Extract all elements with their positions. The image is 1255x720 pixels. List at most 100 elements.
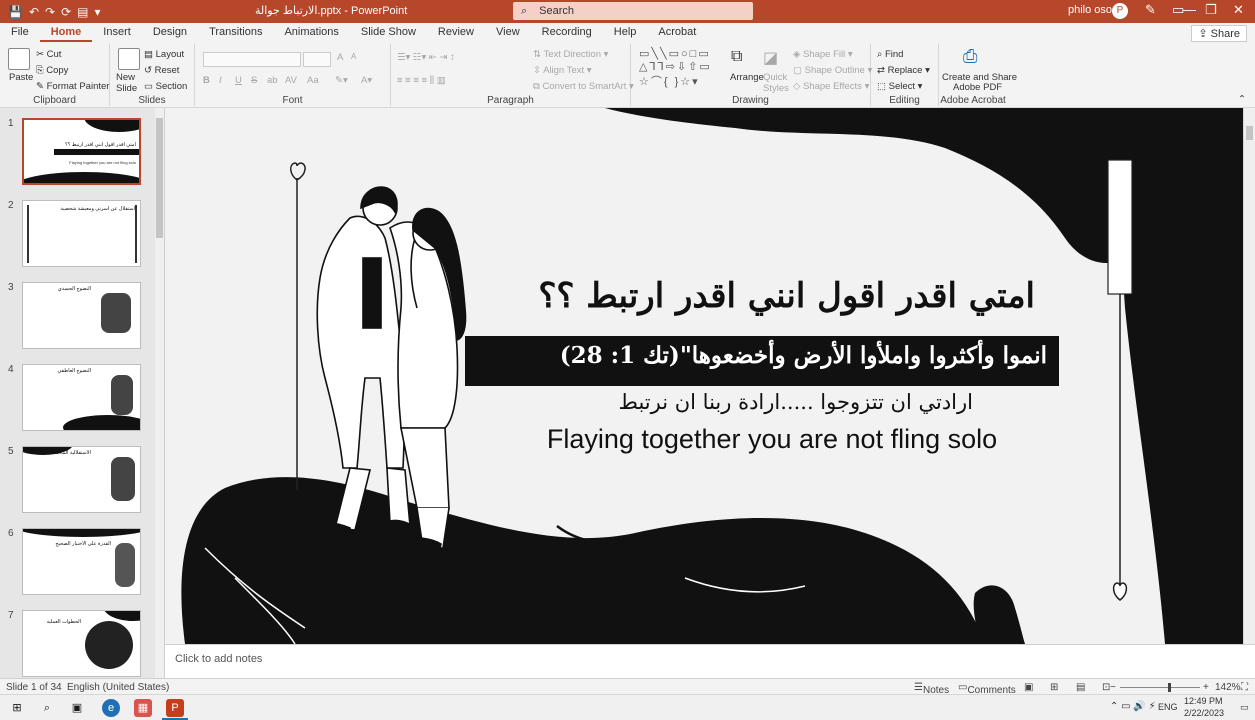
thumbnails-scrollbar[interactable] [155,108,164,678]
shape-outline-button[interactable]: ▢ Shape Outline ▾ [793,65,872,76]
tray-icons[interactable]: ⌃ ▭ 🔊 ⚡ [1110,701,1156,712]
undo-icon[interactable]: ↶ [29,5,39,19]
task-view-icon[interactable]: ▣ [68,699,86,717]
thumbnail-image[interactable]: امتي اقدر اقول انني اقدر ارتبط ؟؟ Flayin… [22,118,141,185]
highlight-icon[interactable]: ✎▾ [335,75,348,86]
quick-styles-icon[interactable]: ◪ [763,48,778,68]
arrange-button[interactable]: Arrange [730,72,764,83]
customize-qat-icon[interactable]: ▾ [94,5,100,19]
copy-button[interactable]: ⎘ Copy [36,65,68,76]
character-spacing-button[interactable]: AV [285,75,297,86]
share-button[interactable]: ⇪ Share [1191,25,1247,42]
search-taskbar-icon[interactable]: ⌕ [38,699,56,717]
slide-scrollbar[interactable] [1243,108,1255,644]
paste-icon[interactable] [8,48,30,70]
tab-transitions[interactable]: Transitions [198,23,273,42]
tab-help[interactable]: Help [603,23,648,42]
thumbnail-slide-5[interactable]: 5 الاستقلالية المادية [0,446,155,516]
thumbnail-image[interactable]: النضوج الجسدي [22,282,141,349]
tab-design[interactable]: Design [142,23,198,42]
language-tray[interactable]: ENG [1158,702,1178,712]
slide-scroll-thumb[interactable] [1246,126,1253,140]
reading-view-icon[interactable]: ▤ [1076,682,1085,693]
media-app-icon[interactable]: ▦ [134,699,152,717]
find-button[interactable]: ⌕ Find [877,49,903,60]
windows-start-icon[interactable]: ⊞ [8,699,26,717]
tab-view[interactable]: View [485,23,531,42]
powerpoint-taskbar-icon[interactable]: P [166,699,184,717]
maximize-icon[interactable]: ❐ [1205,2,1217,18]
zoom-out-icon[interactable]: − [1110,682,1116,693]
zoom-level[interactable]: 142% [1215,682,1241,693]
thumbnail-slide-4[interactable]: 4 النضوج العاطفي [0,364,155,434]
thumbnail-image[interactable]: النضوج العاطفي [22,364,141,431]
thumbnail-image[interactable]: القدرة على الاختيار الصحيح [22,528,141,595]
cut-button[interactable]: ✂ Cut [36,49,61,60]
redo-icon[interactable]: ↷ [45,5,55,19]
user-name[interactable]: philo osos [1068,4,1118,16]
select-button[interactable]: ⬚ Select ▾ [877,81,922,92]
notes-toggle[interactable]: ☰ Notes [914,682,949,696]
tab-animations[interactable]: Animations [273,23,349,42]
shrink-font-icon[interactable]: A [351,52,356,61]
arabic-subtitle[interactable]: ارادتي ان تتزوجوا .....ارادة ربنا ان نرت… [465,390,973,414]
tab-review[interactable]: Review [427,23,485,42]
new-slide-icon[interactable] [118,48,140,70]
slide-sorter-icon[interactable]: ⊞ [1050,682,1058,693]
collapse-ribbon-icon[interactable]: ⌃ [1238,94,1246,105]
comments-toggle[interactable]: ▭ Comments [958,682,1016,696]
clock-date[interactable]: 2/22/2023 [1184,708,1224,718]
tab-acrobat[interactable]: Acrobat [647,23,707,42]
shadow-button[interactable]: ab [267,75,278,86]
shapes-gallery-icon[interactable]: ▭╲╲▭○□▭ △⅂⅂⇨⇩⇧▭ ☆⌒{ }☆▾ [639,47,712,89]
change-case-button[interactable]: Aa [307,75,319,86]
tab-home[interactable]: Home [39,23,93,42]
zoom-slider[interactable] [1120,687,1200,688]
font-color-icon[interactable]: A▾ [361,75,372,86]
font-name-field[interactable] [203,52,301,67]
zoom-in-icon[interactable]: + [1203,682,1209,693]
strikethrough-button[interactable]: S [251,75,257,86]
slide-canvas[interactable]: امتي اقدر اقول انني اقدر ارتبط ؟؟ انموا … [165,108,1243,644]
tab-recording[interactable]: Recording [531,23,603,42]
arrange-icon[interactable]: ⧉ [731,48,742,66]
tab-insert[interactable]: Insert [92,23,142,42]
font-size-field[interactable] [303,52,331,67]
language-indicator[interactable]: English (United States) [67,682,169,693]
zoom-slider-handle[interactable] [1168,683,1171,692]
replace-button[interactable]: ⇄ Replace ▾ [877,65,930,76]
english-subtitle[interactable]: Flaying together you are not fling solo [465,424,1079,455]
clock-time[interactable]: 12:49 PM [1184,696,1223,706]
grow-font-icon[interactable]: A [337,52,343,63]
notification-icon[interactable]: ▭ [1240,702,1249,713]
minimize-icon[interactable]: — [1183,2,1196,17]
tab-slide-show[interactable]: Slide Show [350,23,427,42]
convert-smartart-button[interactable]: ⧉ Convert to SmartArt ▾ [533,81,634,92]
thumbnail-slide-2[interactable]: 2 استقلال عن اسرتي ومعيشة شخصية [0,200,155,270]
close-icon[interactable]: ✕ [1233,2,1244,18]
thumbnail-image[interactable]: الاستقلالية المادية [22,446,141,513]
edge-browser-icon[interactable]: e [102,699,120,717]
thumbnails-scroll-thumb[interactable] [156,118,163,238]
save-icon[interactable]: 💾 [8,5,23,19]
avatar[interactable]: P [1112,3,1128,19]
slide-title[interactable]: امتي اقدر اقول انني اقدر ارتبط ؟؟ [475,276,1035,316]
layout-button[interactable]: ▤ Layout [144,49,184,60]
present-icon[interactable]: ▤ [77,5,88,19]
underline-button[interactable]: U [235,75,242,86]
tab-file[interactable]: File [0,23,40,42]
italic-button[interactable]: I [219,75,222,86]
section-button[interactable]: ▭ Section [144,81,187,92]
fit-slide-icon[interactable]: ⛶ [1241,682,1248,693]
search-input[interactable]: ⌕ Search [513,2,753,20]
reset-button[interactable]: ↺ Reset [144,65,179,76]
thumbnail-slide-1[interactable]: 1 امتي اقدر اقول انني اقدر ارتبط ؟؟ Flay… [0,118,155,188]
text-direction-button[interactable]: ⇅ Text Direction ▾ [533,49,608,60]
format-painter-button[interactable]: ✎ Format Painter [36,81,109,92]
shape-fill-button[interactable]: ◈ Shape Fill ▾ [793,49,853,60]
thumbnail-image[interactable]: الخطوات العملية [22,610,141,677]
notes-pane[interactable]: Click to add notes [165,644,1255,678]
pen-icon[interactable]: ✎ [1145,2,1156,18]
paste-button[interactable]: Paste [9,72,33,83]
shape-effects-button[interactable]: ◇ Shape Effects ▾ [793,81,869,92]
